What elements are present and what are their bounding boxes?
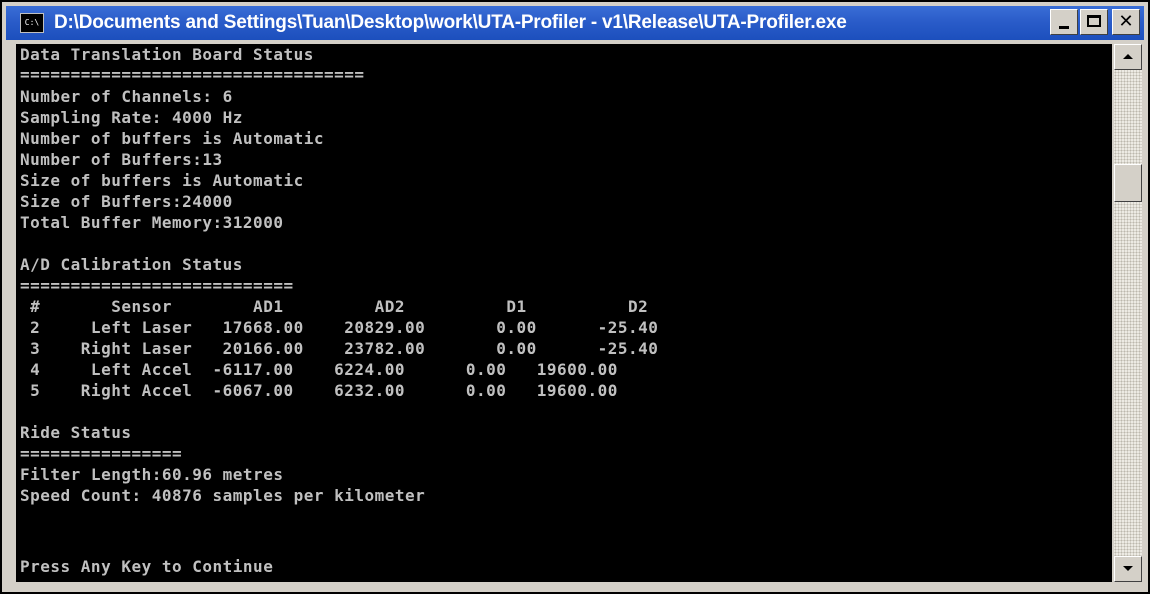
console-line: 4 Left Accel -6117.00 6224.00 0.00 19600… (20, 360, 618, 379)
console-window: C:\ D:\Documents and Settings\Tuan\Deskt… (0, 0, 1150, 594)
console-line: Size of Buffers:24000 (20, 192, 233, 211)
console-line: ================ (20, 444, 183, 463)
console-line: Number of Buffers:13 (20, 150, 223, 169)
console-line: 2 Left Laser 17668.00 20829.00 0.00 -25.… (20, 318, 659, 337)
console-line: # Sensor AD1 AD2 D1 D2 (20, 297, 649, 316)
close-button[interactable]: ✕ (1112, 9, 1140, 35)
console-line: Ride Status (20, 423, 132, 442)
console-line: Filter Length:60.96 metres (20, 465, 284, 484)
console-line: Number of Channels: 6 (20, 87, 233, 106)
vertical-scrollbar[interactable] (1114, 44, 1142, 582)
maximize-icon (1087, 15, 1101, 27)
title-bar[interactable]: C:\ D:\Documents and Settings\Tuan\Deskt… (6, 6, 1144, 40)
arrow-up-icon (1123, 54, 1133, 59)
console-icon[interactable]: C:\ (20, 13, 44, 33)
console-line: 5 Right Accel -6067.00 6232.00 0.00 1960… (20, 381, 618, 400)
console-line: 3 Right Laser 20166.00 23782.00 0.00 -25… (20, 339, 659, 358)
console-line: Number of buffers is Automatic (20, 129, 324, 148)
minimize-icon (1059, 26, 1069, 29)
arrow-down-icon (1123, 566, 1133, 571)
console-line: =========================== (20, 276, 294, 295)
window-controls: ✕ (1050, 9, 1140, 35)
console-line: Size of buffers is Automatic (20, 171, 304, 190)
console-line: Sampling Rate: 4000 Hz (20, 108, 243, 127)
console-line: A/D Calibration Status (20, 255, 243, 274)
minimize-button[interactable] (1050, 9, 1078, 35)
console-line: ================================== (20, 65, 365, 84)
close-icon: ✕ (1118, 11, 1134, 32)
console-line: Speed Count: 40876 samples per kilometer (20, 486, 426, 505)
console-line: Press Any Key to Continue (20, 557, 274, 576)
window-title: D:\Documents and Settings\Tuan\Desktop\w… (54, 12, 847, 33)
scroll-down-button[interactable] (1114, 556, 1142, 582)
maximize-button[interactable] (1080, 9, 1108, 35)
console-line: Total Buffer Memory:312000 (20, 213, 284, 232)
console-output[interactable]: Data Translation Board Status ==========… (16, 44, 1112, 582)
console-line: Data Translation Board Status (20, 45, 314, 64)
scroll-up-button[interactable] (1114, 44, 1142, 70)
scrollbar-thumb[interactable] (1114, 164, 1142, 202)
